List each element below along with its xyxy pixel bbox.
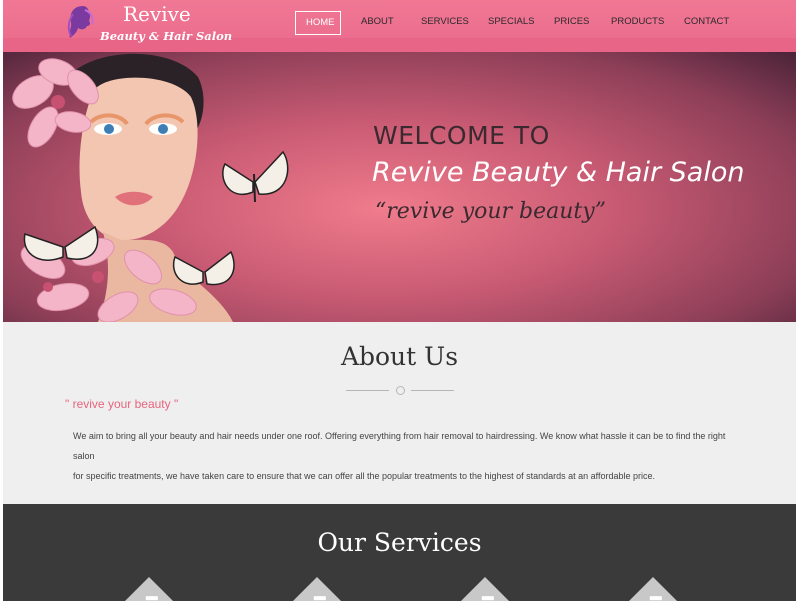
service-diamond-4[interactable] (628, 576, 678, 601)
service-icon (313, 596, 326, 601)
service-diamond-3[interactable] (460, 576, 510, 601)
about-text-line-2: for specific treatments, we have taken c… (73, 471, 656, 481)
nav-contact[interactable]: CONTACT (684, 11, 729, 33)
about-title: About Us (340, 342, 459, 371)
about-quote: " revive your beauty " (65, 397, 179, 411)
hero-tagline: “revive your beauty” (375, 199, 606, 224)
service-diamond-1[interactable] (124, 576, 174, 601)
page: Revive Beauty & Hair Salon HOME ABOUT SE… (3, 0, 796, 601)
divider-line-right (411, 390, 454, 391)
about-text-line-1: We aim to bring all your beauty and hair… (73, 431, 726, 461)
service-diamond-2[interactable] (292, 576, 342, 601)
woman-profile-logo-icon[interactable] (63, 4, 99, 42)
service-icon (649, 596, 662, 601)
service-icon (145, 596, 158, 601)
site-header: Revive Beauty & Hair Salon HOME ABOUT SE… (3, 0, 796, 52)
nav-prices[interactable]: PRICES (554, 11, 589, 33)
nav-specials[interactable]: SPECIALS (488, 11, 534, 33)
hero-woman-image (12, 53, 289, 322)
butterfly-icon (222, 150, 289, 203)
services-title: Our Services (317, 528, 482, 557)
nav-about[interactable]: ABOUT (361, 11, 394, 33)
nav-home[interactable]: HOME (295, 11, 341, 35)
nav-products[interactable]: PRODUCTS (611, 11, 664, 33)
about-section: About Us " revive your beauty " We aim t… (3, 322, 796, 504)
about-paragraph: We aim to bring all your beauty and hair… (73, 426, 743, 486)
nav-services[interactable]: SERVICES (421, 11, 469, 33)
services-section: Our Services (3, 504, 796, 601)
hero-salon-name: Revive Beauty & Hair Salon (372, 157, 745, 188)
divider-line-left (346, 390, 389, 391)
brand-title[interactable]: Revive (123, 2, 191, 26)
hero-welcome-text: WELCOME TO (373, 121, 550, 150)
brand-subtitle: Beauty & Hair Salon (100, 29, 233, 43)
divider-dot-icon (396, 386, 405, 395)
hero-banner: WELCOME TO Revive Beauty & Hair Salon “r… (3, 52, 796, 322)
service-icon (481, 596, 494, 601)
